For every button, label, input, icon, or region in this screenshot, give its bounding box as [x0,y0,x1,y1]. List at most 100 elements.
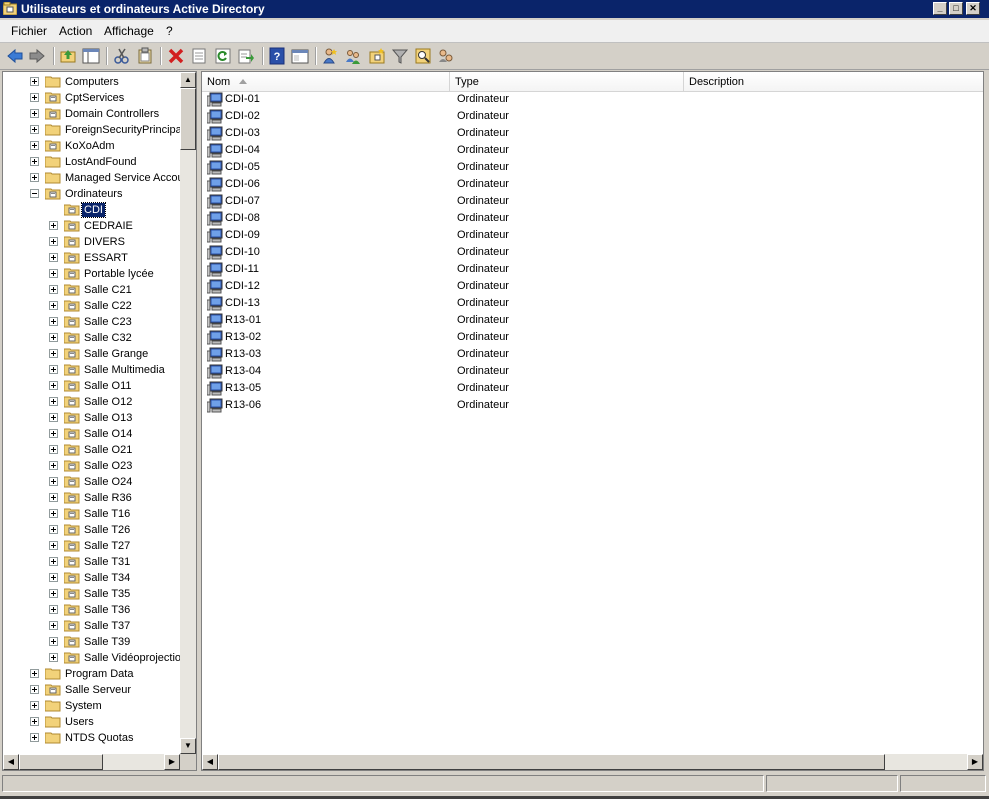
expand-icon[interactable] [49,237,58,246]
list-row[interactable]: CDI-01 Ordinateur [202,91,983,108]
tree-item[interactable]: NTDS Quotas [3,730,180,746]
list-row[interactable]: R13-03 Ordinateur [202,346,983,363]
expand-icon[interactable] [49,477,58,486]
scroll-right-button[interactable]: ▶ [164,754,180,770]
expand-icon[interactable] [49,221,58,230]
expand-icon[interactable] [49,461,58,470]
delete-icon[interactable] [167,47,185,65]
console-tree-icon[interactable] [291,47,309,65]
tree-item[interactable]: Salle O21 [3,442,180,458]
tree-item[interactable]: Salle O11 [3,378,180,394]
new-group-icon[interactable] [344,47,362,65]
scroll-down-button[interactable]: ▼ [180,738,196,754]
list-row[interactable]: CDI-13 Ordinateur [202,295,983,312]
tree-item[interactable]: Salle T34 [3,570,180,586]
expand-icon[interactable] [49,397,58,406]
back-arrow-icon[interactable] [6,47,24,65]
tree-item[interactable]: Salle T26 [3,522,180,538]
list-row[interactable]: R13-02 Ordinateur [202,329,983,346]
list-row[interactable]: CDI-12 Ordinateur [202,278,983,295]
expand-icon[interactable] [49,413,58,422]
tree-item[interactable]: CEDRAIE [3,218,180,234]
refresh-icon[interactable] [214,47,232,65]
tree-item[interactable]: Salle C22 [3,298,180,314]
list-scroll-right-button[interactable]: ▶ [967,754,983,770]
tree-item[interactable]: Users [3,714,180,730]
filter-icon[interactable] [391,47,409,65]
maximize-button[interactable]: □ [949,2,963,15]
list-row[interactable]: CDI-07 Ordinateur [202,193,983,210]
new-ou-icon[interactable] [368,47,386,65]
tree-item[interactable]: Salle T35 [3,586,180,602]
tree-item[interactable]: Salle O14 [3,426,180,442]
expand-icon[interactable] [30,157,39,166]
list-row[interactable]: CDI-11 Ordinateur [202,261,983,278]
tree-horizontal-scrollbar[interactable]: ◀ ▶ [3,754,180,770]
scroll-up-button[interactable]: ▲ [180,72,196,88]
expand-icon[interactable] [49,365,58,374]
expand-icon[interactable] [30,93,39,102]
scroll-left-button[interactable]: ◀ [3,754,19,770]
column-header-nom[interactable]: Nom [202,72,450,91]
minimize-button[interactable]: _ [933,2,947,15]
tree-item[interactable]: ESSART [3,250,180,266]
list-hscroll-thumb[interactable] [218,754,885,770]
list-scroll-left-button[interactable]: ◀ [202,754,218,770]
menu-help[interactable]: ? [166,24,173,38]
expand-icon[interactable] [30,141,39,150]
menu-fichier[interactable]: Fichier [11,24,47,38]
tree-item[interactable]: System [3,698,180,714]
list-row[interactable]: R13-01 Ordinateur [202,312,983,329]
expand-icon[interactable] [49,285,58,294]
expand-icon[interactable] [30,717,39,726]
tree-item[interactable]: Managed Service Accou [3,170,184,186]
expand-icon[interactable] [49,333,58,342]
console-tree-pane[interactable]: Computers CptServices Domain Controllers Fo… [2,71,197,771]
expand-icon[interactable] [49,493,58,502]
list-horizontal-scrollbar[interactable]: ◀ ▶ [202,754,983,770]
help-icon[interactable]: ? [268,47,286,65]
expand-icon[interactable] [30,701,39,710]
hscroll-thumb[interactable] [19,754,103,770]
tree-item[interactable]: KoXoAdm [3,138,180,154]
tree-item[interactable]: Salle T37 [3,618,180,634]
column-header-type[interactable]: Type [450,72,684,91]
export-list-icon[interactable] [237,47,255,65]
list-row[interactable]: R13-05 Ordinateur [202,380,983,397]
expand-icon[interactable] [49,605,58,614]
list-row[interactable]: CDI-04 Ordinateur [202,142,983,159]
tree-item[interactable]: Salle T39 [3,634,180,650]
tree-item[interactable]: Salle T27 [3,538,180,554]
close-button[interactable]: ✕ [966,2,980,15]
tree-item[interactable]: Salle Multimedia [3,362,180,378]
tree-item[interactable]: Computers [3,74,180,90]
expand-icon[interactable] [49,445,58,454]
expand-icon[interactable] [30,173,39,182]
tree-item[interactable]: Salle O12 [3,394,180,410]
expand-icon[interactable] [49,253,58,262]
expand-icon[interactable] [49,557,58,566]
list-row[interactable]: R13-06 Ordinateur [202,397,983,414]
expand-icon[interactable] [30,125,39,134]
show-hide-tree-icon[interactable] [82,47,100,65]
tree-item[interactable]: Ordinateurs [3,186,180,202]
tree-item[interactable]: DIVERS [3,234,180,250]
new-user-icon[interactable] [321,47,339,65]
tree-item[interactable]: Portable lycée [3,266,180,282]
expand-icon[interactable] [49,525,58,534]
expand-icon[interactable] [49,621,58,630]
find-icon[interactable] [414,47,432,65]
cut-icon[interactable] [113,47,131,65]
tree-item[interactable]: Salle C21 [3,282,180,298]
list-row[interactable]: CDI-09 Ordinateur [202,227,983,244]
add-to-group-icon[interactable] [437,47,455,65]
expand-icon[interactable] [30,109,39,118]
expand-icon[interactable] [30,733,39,742]
tree-item[interactable]: Salle Grange [3,346,180,362]
expand-icon[interactable] [49,509,58,518]
expand-icon[interactable] [30,669,39,678]
expand-icon[interactable] [49,541,58,550]
tree-item[interactable]: CptServices [3,90,180,106]
collapse-icon[interactable] [30,189,39,198]
tree-item[interactable]: Salle Vidéoprojection [3,650,187,666]
